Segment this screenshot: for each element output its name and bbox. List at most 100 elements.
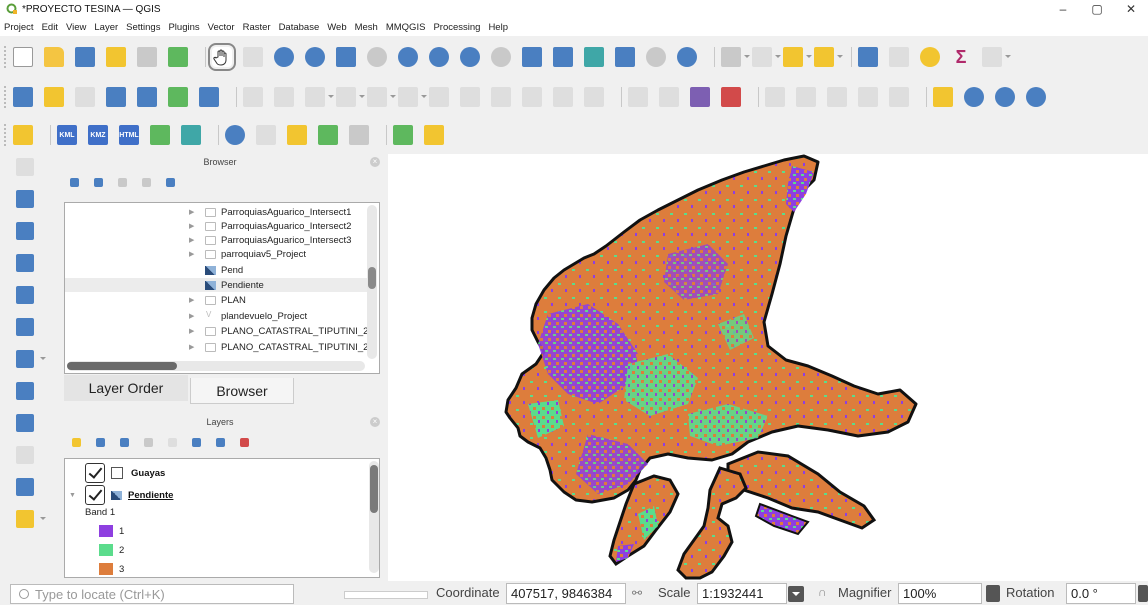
zoom-last-icon[interactable]	[460, 47, 480, 67]
toolbox-icon[interactable]	[752, 47, 781, 67]
menu-edit[interactable]: Edit	[42, 22, 58, 33]
scale-dropdown-icon[interactable]	[788, 586, 804, 602]
add-selected-layers-icon[interactable]	[70, 178, 79, 187]
tree-item[interactable]: ▶ ParroquiasAguarico_Intersect1	[65, 205, 367, 219]
globe-icon[interactable]	[964, 87, 984, 107]
select-features-icon[interactable]	[783, 47, 812, 67]
modify-attributes-icon[interactable]	[199, 87, 219, 107]
refresh-icon[interactable]	[677, 47, 697, 67]
table-export-icon[interactable]	[181, 125, 201, 145]
toolbar-grip[interactable]	[4, 124, 7, 146]
plugin-icon[interactable]	[1026, 87, 1046, 107]
new-temporary-layer-icon[interactable]	[16, 510, 46, 528]
undo-icon[interactable]	[553, 87, 573, 107]
new-spatial-bookmark-icon[interactable]	[584, 47, 604, 67]
layers-vertical-scrollbar[interactable]	[369, 461, 379, 573]
tree-item[interactable]: Pend	[65, 263, 367, 277]
collapse-arrow-icon[interactable]: ▼	[69, 492, 85, 499]
legend-class-2[interactable]: 2	[99, 544, 124, 556]
rotate-point-symbols-icon[interactable]	[491, 87, 511, 107]
tree-item[interactable]: ▶ ParroquiasAguarico_Intersect3	[65, 233, 367, 247]
3d-cube-icon[interactable]	[287, 125, 307, 145]
temporal-controller-icon[interactable]	[646, 47, 666, 67]
expand-arrow-icon[interactable]: ▶	[189, 222, 194, 230]
split-features-icon[interactable]	[429, 87, 449, 107]
digitize-line-icon[interactable]	[106, 87, 126, 107]
qgis2web-icon[interactable]	[13, 125, 33, 145]
magnifier-spinner[interactable]	[986, 585, 1000, 602]
layer-row-guayas[interactable]: Guayas	[85, 463, 165, 483]
zoom-out-icon[interactable]	[305, 47, 325, 67]
tools-icon[interactable]	[349, 125, 369, 145]
show-hide-labels-icon[interactable]	[765, 87, 785, 107]
change-label-properties-icon[interactable]	[858, 87, 878, 107]
tree-item[interactable]: ▶ parroquiav5_Project	[65, 247, 367, 261]
toolbar-grip[interactable]	[4, 46, 7, 68]
tab-browser[interactable]: Browser	[190, 378, 294, 404]
rotate-label-icon[interactable]	[827, 87, 847, 107]
new-map-view-icon[interactable]	[522, 47, 542, 67]
filter-browser-icon[interactable]	[118, 178, 127, 187]
zoom-to-selection-icon[interactable]	[367, 47, 387, 67]
tree-item[interactable]: ▶ ParroquiasAguarico_Intersect2	[65, 219, 367, 233]
menu-vector[interactable]: Vector	[208, 22, 235, 33]
manage-map-themes-icon[interactable]	[120, 438, 129, 447]
measure-line-icon[interactable]	[982, 47, 1011, 67]
expand-arrow-icon[interactable]: ▶	[189, 208, 194, 216]
layer-labeling-icon[interactable]	[628, 87, 648, 107]
expand-arrow-icon[interactable]: ▶	[189, 236, 194, 244]
layers-tree[interactable]: Guayas ▼ Pendiente Band 1 1 2 3	[64, 458, 380, 578]
menu-database[interactable]: Database	[279, 22, 320, 33]
rotation-spinner[interactable]	[1138, 585, 1148, 602]
menu-layer[interactable]: Layer	[94, 22, 118, 33]
layer-row-pendiente[interactable]: ▼ Pendiente	[69, 485, 173, 505]
highlight-pinned-labels-icon[interactable]	[690, 87, 710, 107]
metasearch-icon[interactable]	[995, 87, 1015, 107]
identify-features-icon[interactable]	[858, 47, 878, 67]
close-button[interactable]: ✕	[1114, 0, 1148, 18]
simplify-icon[interactable]	[398, 87, 427, 107]
map-marker-icon[interactable]	[424, 125, 444, 145]
collapse-all-icon[interactable]	[142, 178, 151, 187]
browser-tree[interactable]: ▶ ParroquiasAguarico_Intersect1 ▶ Parroq…	[64, 202, 380, 374]
tree-item[interactable]: ▶ PLAN	[65, 293, 367, 307]
new-shapefile-icon[interactable]	[16, 478, 34, 496]
zoom-in-icon[interactable]	[274, 47, 294, 67]
menu-settings[interactable]: Settings	[126, 22, 160, 33]
add-wms-layer-icon[interactable]	[16, 382, 34, 400]
filter-legend-icon[interactable]	[144, 438, 153, 447]
tree-item[interactable]: ▶ plandevuelo_Project	[65, 309, 367, 323]
menu-project[interactable]: Project	[4, 22, 34, 33]
export-kmz-icon[interactable]: KMZ	[88, 125, 108, 145]
reshape-icon[interactable]	[336, 87, 365, 107]
layer-diagram-icon[interactable]	[659, 87, 679, 107]
export-kml-icon[interactable]: KML	[57, 125, 77, 145]
zoom-full-icon[interactable]	[336, 47, 356, 67]
open-field-calculator-icon[interactable]	[889, 47, 909, 67]
menu-web[interactable]: Web	[327, 22, 346, 33]
tree-item[interactable]: ▶ PLANO_CATASTRAL_TIPUTINI_20	[65, 324, 374, 338]
expand-arrow-icon[interactable]: ▶	[189, 327, 194, 335]
legend-class-1[interactable]: 1	[99, 525, 124, 537]
refresh-browser-icon[interactable]	[94, 178, 103, 187]
rotation-field[interactable]: 0.0 °	[1066, 583, 1136, 604]
add-mssql-layer-icon[interactable]	[16, 350, 46, 368]
scrollbar-thumb[interactable]	[370, 465, 378, 513]
magnifier-field[interactable]: 100%	[898, 583, 982, 604]
new-project-icon[interactable]	[13, 47, 33, 67]
current-edits-icon[interactable]	[13, 87, 33, 107]
add-raster-layer-icon[interactable]	[16, 190, 34, 208]
pan-to-selection-icon[interactable]	[243, 47, 263, 67]
add-line-icon[interactable]	[274, 87, 294, 107]
move-label-icon[interactable]	[796, 87, 816, 107]
remove-layer-icon[interactable]	[240, 438, 249, 447]
menu-mesh[interactable]: Mesh	[355, 22, 378, 33]
add-mesh-layer-icon[interactable]	[16, 222, 34, 240]
style-manager-icon[interactable]	[168, 47, 188, 67]
collapse-all-layers-icon[interactable]	[216, 438, 225, 447]
minimize-button[interactable]: –	[1046, 0, 1080, 18]
find-icon[interactable]	[393, 125, 413, 145]
layout-sync-icon[interactable]	[256, 125, 276, 145]
open-attribute-table-icon[interactable]	[721, 47, 750, 67]
add-ring-icon[interactable]	[305, 87, 334, 107]
